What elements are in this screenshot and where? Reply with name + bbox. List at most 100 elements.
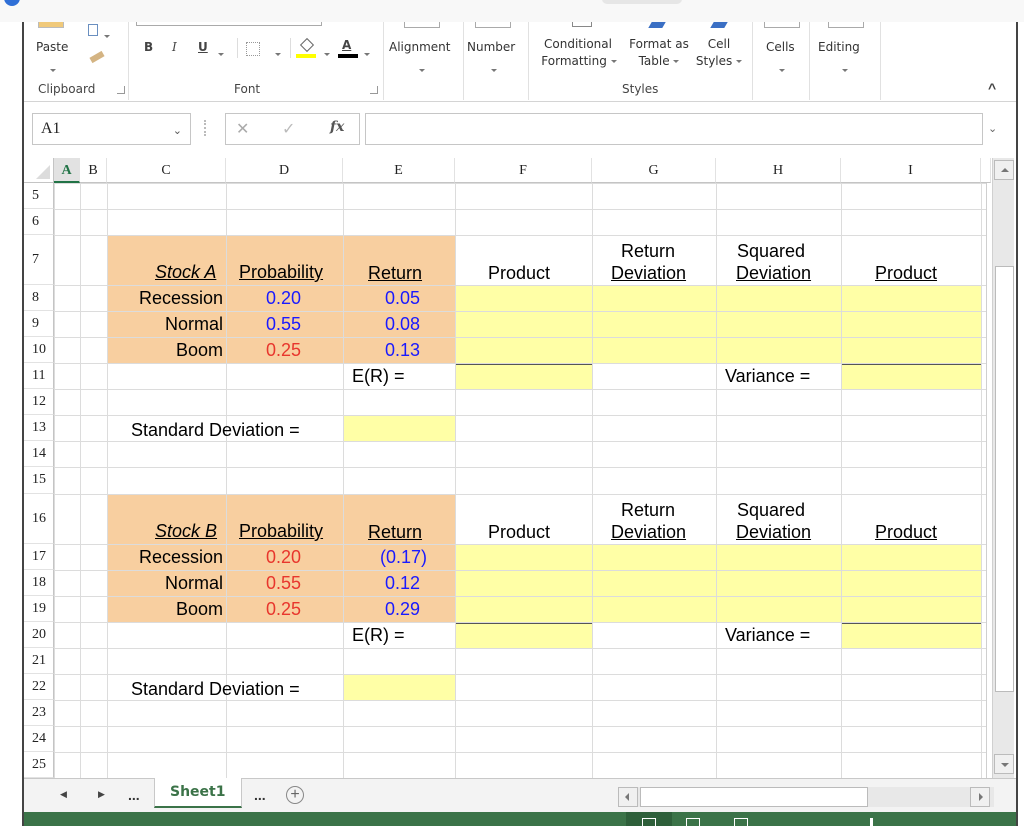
stock-a-title: Stock A xyxy=(155,262,217,282)
formula-input[interactable] xyxy=(365,113,983,145)
row-header-18[interactable]: 18 xyxy=(24,570,54,596)
zoom-slider-thumb[interactable] xyxy=(870,818,873,826)
more-sheets-right-button[interactable]: ... xyxy=(254,787,266,803)
column-header-c[interactable]: C xyxy=(107,158,226,183)
grid-row-line xyxy=(54,494,986,495)
clipboard-launcher-icon[interactable] xyxy=(117,86,125,94)
borders-button[interactable] xyxy=(246,42,260,56)
row-header-23[interactable]: 23 xyxy=(24,700,54,726)
stock-b-er-cell[interactable] xyxy=(455,622,592,648)
column-header-i[interactable]: I xyxy=(841,158,981,183)
cancel-icon[interactable]: ✕ xyxy=(236,119,249,139)
stock-a-std-cell[interactable] xyxy=(343,415,455,441)
format-as-table-button[interactable]: Format as Table xyxy=(624,22,694,72)
fill-color-dropdown-icon[interactable] xyxy=(324,46,330,64)
stock-b-variance-cell[interactable] xyxy=(841,622,981,648)
copy-button[interactable] xyxy=(82,24,110,40)
column-header-b[interactable]: B xyxy=(80,158,107,183)
add-sheet-button[interactable]: + xyxy=(286,786,304,804)
row-header-7[interactable]: 7 xyxy=(24,235,54,285)
sheet-tab-sheet1[interactable]: Sheet1 xyxy=(154,778,242,808)
row-header-5[interactable]: 5 xyxy=(24,183,54,209)
column-header-a[interactable]: A xyxy=(54,158,80,183)
conditional-formatting-button[interactable]: Conditional Formatting xyxy=(532,22,622,72)
column-header-f[interactable]: F xyxy=(455,158,592,183)
horizontal-scrollbar[interactable] xyxy=(618,787,994,807)
row-header-20[interactable]: 20 xyxy=(24,622,54,648)
font-color-dropdown-icon[interactable] xyxy=(364,46,370,64)
page-layout-view-icon[interactable] xyxy=(686,818,700,826)
stock-b-sq-dev-header-2: Deviation xyxy=(736,522,812,542)
more-sheets-left-button[interactable]: ... xyxy=(128,787,140,803)
font-name-box[interactable] xyxy=(136,22,322,26)
row-header-9[interactable]: 9 xyxy=(24,311,54,337)
row-header-10[interactable]: 10 xyxy=(24,337,54,363)
copy-dropdown-icon xyxy=(104,28,110,46)
grid-row-line xyxy=(54,622,986,623)
scroll-left-button[interactable] xyxy=(618,787,638,807)
stock-b-probability-value: 0.25 xyxy=(266,599,302,619)
column-header-d[interactable]: D xyxy=(226,158,343,183)
bold-button[interactable]: B xyxy=(144,40,153,54)
grid-row-line xyxy=(54,183,986,184)
alignment-button[interactable]: Alignment xyxy=(386,22,458,80)
insert-function-icon[interactable]: fx xyxy=(330,119,344,135)
row-header-17[interactable]: 17 xyxy=(24,544,54,570)
vertical-scrollbar[interactable] xyxy=(992,158,1014,778)
row-header-14[interactable]: 14 xyxy=(24,441,54,467)
grid-row-line xyxy=(54,700,986,701)
row-header-6[interactable]: 6 xyxy=(24,209,54,235)
stock-a-variance-cell[interactable] xyxy=(841,363,981,389)
column-header-e[interactable]: E xyxy=(343,158,455,183)
name-box-dropdown-icon[interactable]: ⌄ xyxy=(173,124,182,137)
editing-icon xyxy=(828,22,864,28)
row-header-22[interactable]: 22 xyxy=(24,674,54,700)
row-header-24[interactable]: 24 xyxy=(24,726,54,752)
fill-color-button[interactable] xyxy=(296,37,318,62)
prev-sheet-button[interactable]: ◀ xyxy=(60,789,67,800)
horizontal-scroll-thumb[interactable] xyxy=(640,787,868,807)
cells-button[interactable]: Cells xyxy=(754,22,808,80)
cell-styles-button[interactable]: Cell Styles xyxy=(692,22,746,72)
expand-formula-bar-icon[interactable]: ⌄ xyxy=(988,122,997,135)
select-all-button[interactable] xyxy=(24,158,54,183)
row-header-11[interactable]: 11 xyxy=(24,363,54,389)
name-box[interactable]: A1 ⌄ xyxy=(32,113,191,145)
row-header-8[interactable]: 8 xyxy=(24,285,54,311)
row-header-13[interactable]: 13 xyxy=(24,415,54,441)
row-header-25[interactable]: 25 xyxy=(24,752,54,778)
row-header-21[interactable]: 21 xyxy=(24,648,54,674)
collapse-ribbon-button[interactable]: ^ xyxy=(988,80,996,96)
row-header-19[interactable]: 19 xyxy=(24,596,54,622)
number-button[interactable]: Number xyxy=(465,22,523,80)
editing-button[interactable]: Editing xyxy=(812,22,878,80)
paste-button[interactable]: Paste xyxy=(30,22,74,80)
row-header-15[interactable]: 15 xyxy=(24,467,54,494)
ribbon-separator xyxy=(290,38,291,58)
vertical-scroll-thumb[interactable] xyxy=(995,266,1014,692)
scroll-down-button[interactable] xyxy=(994,754,1014,774)
column-header-h[interactable]: H xyxy=(716,158,841,183)
underline-button[interactable]: U xyxy=(198,40,208,54)
row-header-16[interactable]: 16 xyxy=(24,494,54,544)
grid-row-line xyxy=(54,209,986,210)
scroll-right-button[interactable] xyxy=(970,787,990,807)
conditional-formatting-dropdown-icon xyxy=(610,60,617,63)
page-break-view-icon[interactable] xyxy=(734,818,748,826)
row-header-12[interactable]: 12 xyxy=(24,389,54,415)
stock-a-er-cell[interactable] xyxy=(455,363,592,389)
stock-b-std-cell[interactable] xyxy=(343,674,455,700)
font-group-label: Font xyxy=(234,82,261,96)
column-header-g[interactable]: G xyxy=(592,158,716,183)
underline-dropdown-icon[interactable] xyxy=(218,46,224,64)
format-painter-button[interactable] xyxy=(86,50,108,66)
italic-button[interactable]: I xyxy=(172,40,177,54)
font-launcher-icon[interactable] xyxy=(370,86,378,94)
normal-view-button[interactable] xyxy=(626,812,672,826)
scroll-up-button[interactable] xyxy=(994,160,1014,180)
next-sheet-button[interactable]: ▶ xyxy=(98,789,105,800)
enter-icon[interactable]: ✓ xyxy=(282,119,295,139)
borders-dropdown-icon[interactable] xyxy=(275,46,281,64)
formula-bar-grip-icon[interactable] xyxy=(204,120,206,136)
font-color-button[interactable]: A xyxy=(338,36,358,62)
